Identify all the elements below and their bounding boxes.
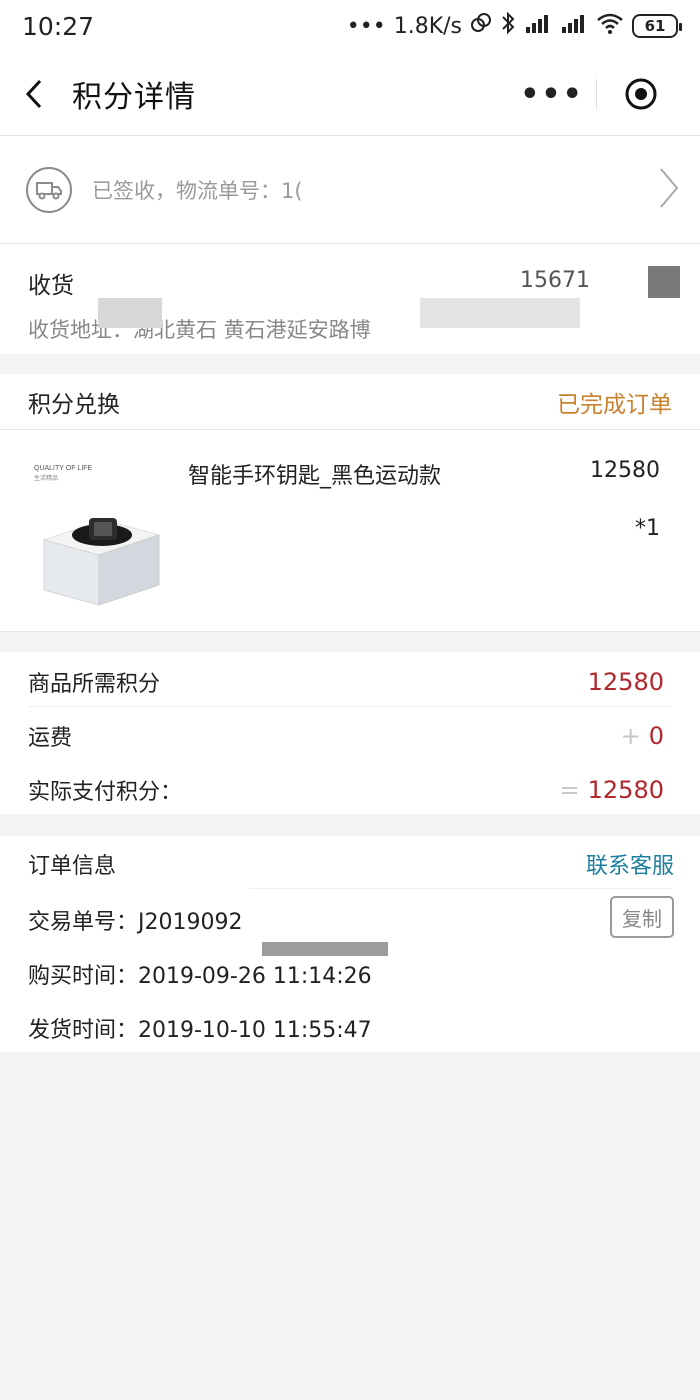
trade-number: 交易单号：J2019092 xyxy=(28,910,243,935)
points-required-row: 商品所需积分 12580 xyxy=(28,666,664,698)
order-info: 订单信息 联系客服 交易单号：J2019092 复制 购买时间：2019-09-… xyxy=(0,836,700,1052)
copy-button[interactable]: 复制 xyxy=(610,896,674,938)
purchase-time: 购买时间：2019-09-26 11:14:26 xyxy=(28,964,372,989)
shipping-amount: + 0 xyxy=(621,722,664,750)
signal-icon xyxy=(524,13,552,39)
ellipsis-icon: ••• xyxy=(346,13,386,39)
logistics-row[interactable]: 已签收，物流单号：1( xyxy=(0,136,700,244)
close-target-button[interactable] xyxy=(597,66,685,122)
actual-points-amount: = 12580 xyxy=(560,776,664,804)
link-icon xyxy=(470,12,492,40)
address-section: 收货 15671 收货地址：湖北黄石 黄石港延安路博 xyxy=(0,244,700,354)
shipping-label: 运费 xyxy=(28,726,73,751)
actual-points-value: 12580 xyxy=(587,776,664,804)
divider xyxy=(250,888,672,889)
status-bar: 10:27 ••• 1.8K/s 61 xyxy=(0,0,700,52)
contact-service-link[interactable]: 联系客服 xyxy=(586,848,674,880)
status-icons: ••• 1.8K/s 61 xyxy=(346,11,682,41)
product-item[interactable]: QUALITY OF LIFE 生活精品 智能手环钥匙_黑色运动款 12580 … xyxy=(0,430,700,632)
redacted-block xyxy=(648,266,680,298)
battery-icon: 61 xyxy=(632,14,682,38)
network-speed: 1.8K/s xyxy=(393,13,462,39)
points-required-label: 商品所需积分 xyxy=(28,672,161,697)
product-name: 智能手环钥匙_黑色运动款 xyxy=(188,464,442,489)
divider xyxy=(28,706,672,707)
redacted-block xyxy=(98,298,162,328)
actual-points-row: 实际支付积分： = 12580 xyxy=(28,774,664,806)
exchange-title: 积分兑换 xyxy=(28,391,120,418)
mini-program-capsule: ••• xyxy=(508,66,686,122)
redacted-block xyxy=(262,942,388,956)
signal-icon-2 xyxy=(560,13,588,39)
exchange-header: 积分兑换 已完成订单 xyxy=(0,374,700,430)
product-image: QUALITY OF LIFE 生活精品 xyxy=(34,460,164,610)
recipient-phone: 15671 xyxy=(520,268,590,293)
shipping-value: 0 xyxy=(648,722,664,750)
target-icon xyxy=(625,78,657,110)
bluetooth-icon xyxy=(500,11,516,41)
equals-sign: = xyxy=(559,776,580,804)
status-time: 10:27 xyxy=(22,11,95,41)
actual-points-label: 实际支付积分： xyxy=(28,780,183,805)
points-summary: 商品所需积分 12580 运费 + 0 实际支付积分： = 12580 xyxy=(0,652,700,814)
back-icon[interactable] xyxy=(24,76,48,112)
thumb-sub: 生活精品 xyxy=(34,474,58,482)
product-quantity: *1 xyxy=(635,516,660,541)
logistics-status: 已签收，物流单号：1( xyxy=(92,178,303,203)
points-required-value: 12580 xyxy=(587,668,664,696)
order-status: 已完成订单 xyxy=(557,391,672,418)
nav-bar: 积分详情 ••• xyxy=(0,52,700,136)
shipping-row: 运费 + 0 xyxy=(28,720,664,752)
thumb-label: QUALITY OF LIFE xyxy=(34,465,93,472)
plus-sign: + xyxy=(620,722,641,750)
page-title: 积分详情 xyxy=(72,79,196,115)
redacted-block xyxy=(420,298,580,328)
truck-icon xyxy=(26,166,72,213)
wifi-icon xyxy=(596,12,624,40)
more-button[interactable]: ••• xyxy=(508,66,596,122)
order-title: 订单信息 xyxy=(28,854,117,879)
chevron-right-icon xyxy=(658,166,680,214)
product-price: 12580 xyxy=(590,458,660,483)
ship-time: 发货时间：2019-10-10 11:55:47 xyxy=(28,1018,372,1043)
